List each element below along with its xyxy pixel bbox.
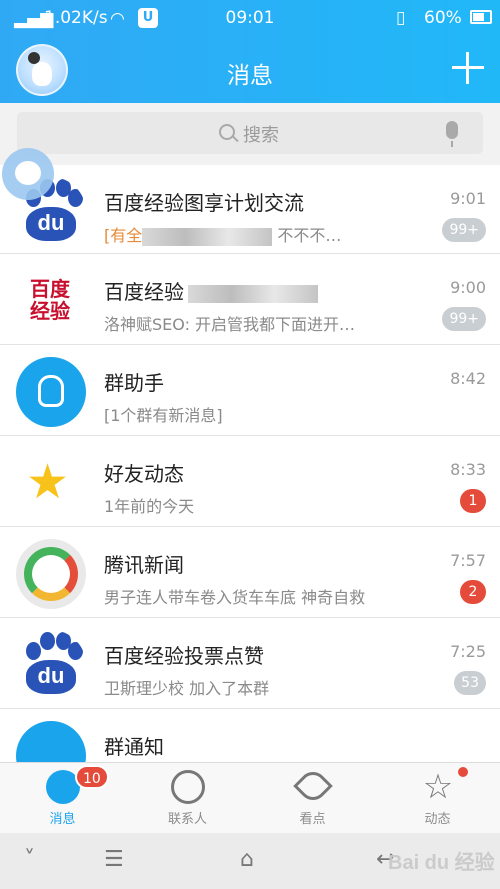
search-placeholder: 搜索 (243, 125, 279, 146)
add-plus-icon[interactable] (450, 50, 486, 86)
conversation-time: 8:42 (450, 369, 486, 388)
conversation-name: 腾讯新闻 (104, 553, 184, 577)
home-icon[interactable]: ⌂ (240, 847, 254, 872)
conversation-name: 群通知 (104, 735, 164, 759)
conversation-name: 百度经验投票点赞 (104, 644, 264, 668)
contacts-person-icon (171, 770, 205, 804)
unread-badge: 53 (454, 671, 486, 695)
conversation-name: 百度经验图享计划交流 (104, 187, 304, 216)
new-dot-badge (458, 767, 468, 777)
conversation-row[interactable]: du 百度经验投票点赞 卫斯理少校 加入了本群 7:25 53 (0, 618, 500, 709)
conversation-row[interactable]: 腾讯新闻 男子连人带车卷入货车车底 神奇自救 7:57 2 (0, 527, 500, 618)
search-input[interactable]: 搜索 (17, 112, 483, 154)
conversation-preview: 1年前的今天 (104, 497, 195, 516)
baidu-logo-text: du (26, 207, 76, 241)
chevron-down-icon[interactable]: ˅ (24, 847, 35, 872)
conversation-name-text: 百度经验图享计划交流 (104, 191, 304, 215)
bottom-tab-bar: 10 消息 联系人 看点 ☆ 动态 (0, 762, 500, 833)
unread-badge: 99+ (442, 218, 486, 242)
conversation-time: 8:33 (450, 460, 486, 479)
baidu-logo-toe (68, 189, 83, 207)
conversation-preview: [1个群有新消息] (104, 406, 223, 425)
jingyan-logo-text: 百度 经验 (30, 277, 70, 323)
conversation-time: 9:00 (450, 278, 486, 297)
conversation-preview: 洛神赋SEO: 开启管我都下面进开… (104, 315, 356, 334)
star-shape: ★ (26, 454, 70, 510)
baidu-logo-toe (68, 642, 83, 660)
preview-text: 不不不… (277, 226, 342, 245)
unread-badge: 1 (460, 489, 486, 513)
tab-label: 看点 (299, 812, 326, 827)
tab-label: 消息 (49, 812, 76, 827)
app-header: ▂▄▆ 1.02K/s ◠ U 09:01 ▯ 60% 消息 (0, 0, 500, 103)
baidu-logo-icon: du (16, 630, 86, 700)
blurred-text (188, 284, 318, 303)
conversation-list: du 百度经验图享计划交流 [有全 不不不… 9:01 99+ 百度 经验 百度经… (0, 165, 500, 800)
vibrate-icon: ▯ (396, 8, 406, 28)
conversation-time: 7:25 (450, 642, 486, 661)
tencent-news-icon (16, 539, 86, 609)
search-bar-container: 搜索 (0, 103, 500, 165)
baidu-jingyan-logo-icon: 百度 经验 (16, 266, 86, 336)
tab-label: 联系人 (167, 812, 207, 827)
status-bar: ▂▄▆ 1.02K/s ◠ U 09:01 ▯ 60% (0, 0, 500, 36)
microphone-icon[interactable] (446, 121, 458, 147)
conversation-row[interactable]: ★ 好友动态 1年前的今天 8:33 1 (0, 436, 500, 527)
baidu-logo-toe (40, 632, 55, 650)
tab-label: 动态 (424, 812, 451, 827)
unread-badge: 99+ (442, 307, 486, 331)
news-ring (24, 547, 78, 601)
conversation-preview: 卫斯理少校 加入了本群 (104, 679, 270, 698)
conversation-name: 群助手 (104, 371, 164, 395)
group-assistant-icon (16, 357, 86, 427)
battery-icon (470, 10, 492, 24)
watermark: Bai du 经验 (388, 852, 495, 874)
conversation-time: 9:01 (450, 189, 486, 208)
conversation-row[interactable]: 百度 经验 百度经验 洛神赋SEO: 开启管我都下面进开… 9:00 99+ (0, 254, 500, 345)
conversation-row[interactable]: 群助手 [1个群有新消息] 8:42 (0, 345, 500, 436)
floating-bubble-icon[interactable] (2, 148, 54, 200)
person-outline (38, 375, 64, 407)
tab-messages[interactable]: 10 消息 (0, 763, 125, 834)
qzone-star-icon: ★ (16, 448, 86, 518)
unread-badge: 2 (460, 580, 486, 604)
conversation-time: 7:57 (450, 551, 486, 570)
tab-dynamic[interactable]: ☆ 动态 (375, 763, 500, 834)
conversation-preview: [有全 不不不… (104, 222, 341, 246)
conversation-preview: 男子连人带车卷入货车车底 神奇自救 (104, 588, 366, 607)
blurred-text (142, 227, 273, 246)
conversation-name: 好友动态 (104, 462, 184, 486)
conversation-row[interactable]: du 百度经验图享计划交流 [有全 不不不… 9:01 99+ (0, 165, 500, 254)
tab-contacts[interactable]: 联系人 (125, 763, 250, 834)
menu-icon[interactable]: ☰ (104, 847, 124, 872)
preview-tag: [有全 (104, 226, 143, 245)
tab-kandian[interactable]: 看点 (250, 763, 375, 834)
conversation-name-text: 百度经验 (104, 280, 184, 304)
conversation-name: 百度经验 (104, 276, 318, 305)
star-icon: ☆ (422, 767, 454, 807)
eye-icon (293, 766, 333, 806)
search-icon (219, 124, 235, 140)
baidu-logo-text: du (26, 660, 76, 694)
page-title: 消息 (227, 63, 273, 89)
battery-percent: 60% (424, 8, 462, 28)
tab-badge: 10 (75, 765, 109, 789)
baidu-logo-toe (26, 642, 41, 660)
